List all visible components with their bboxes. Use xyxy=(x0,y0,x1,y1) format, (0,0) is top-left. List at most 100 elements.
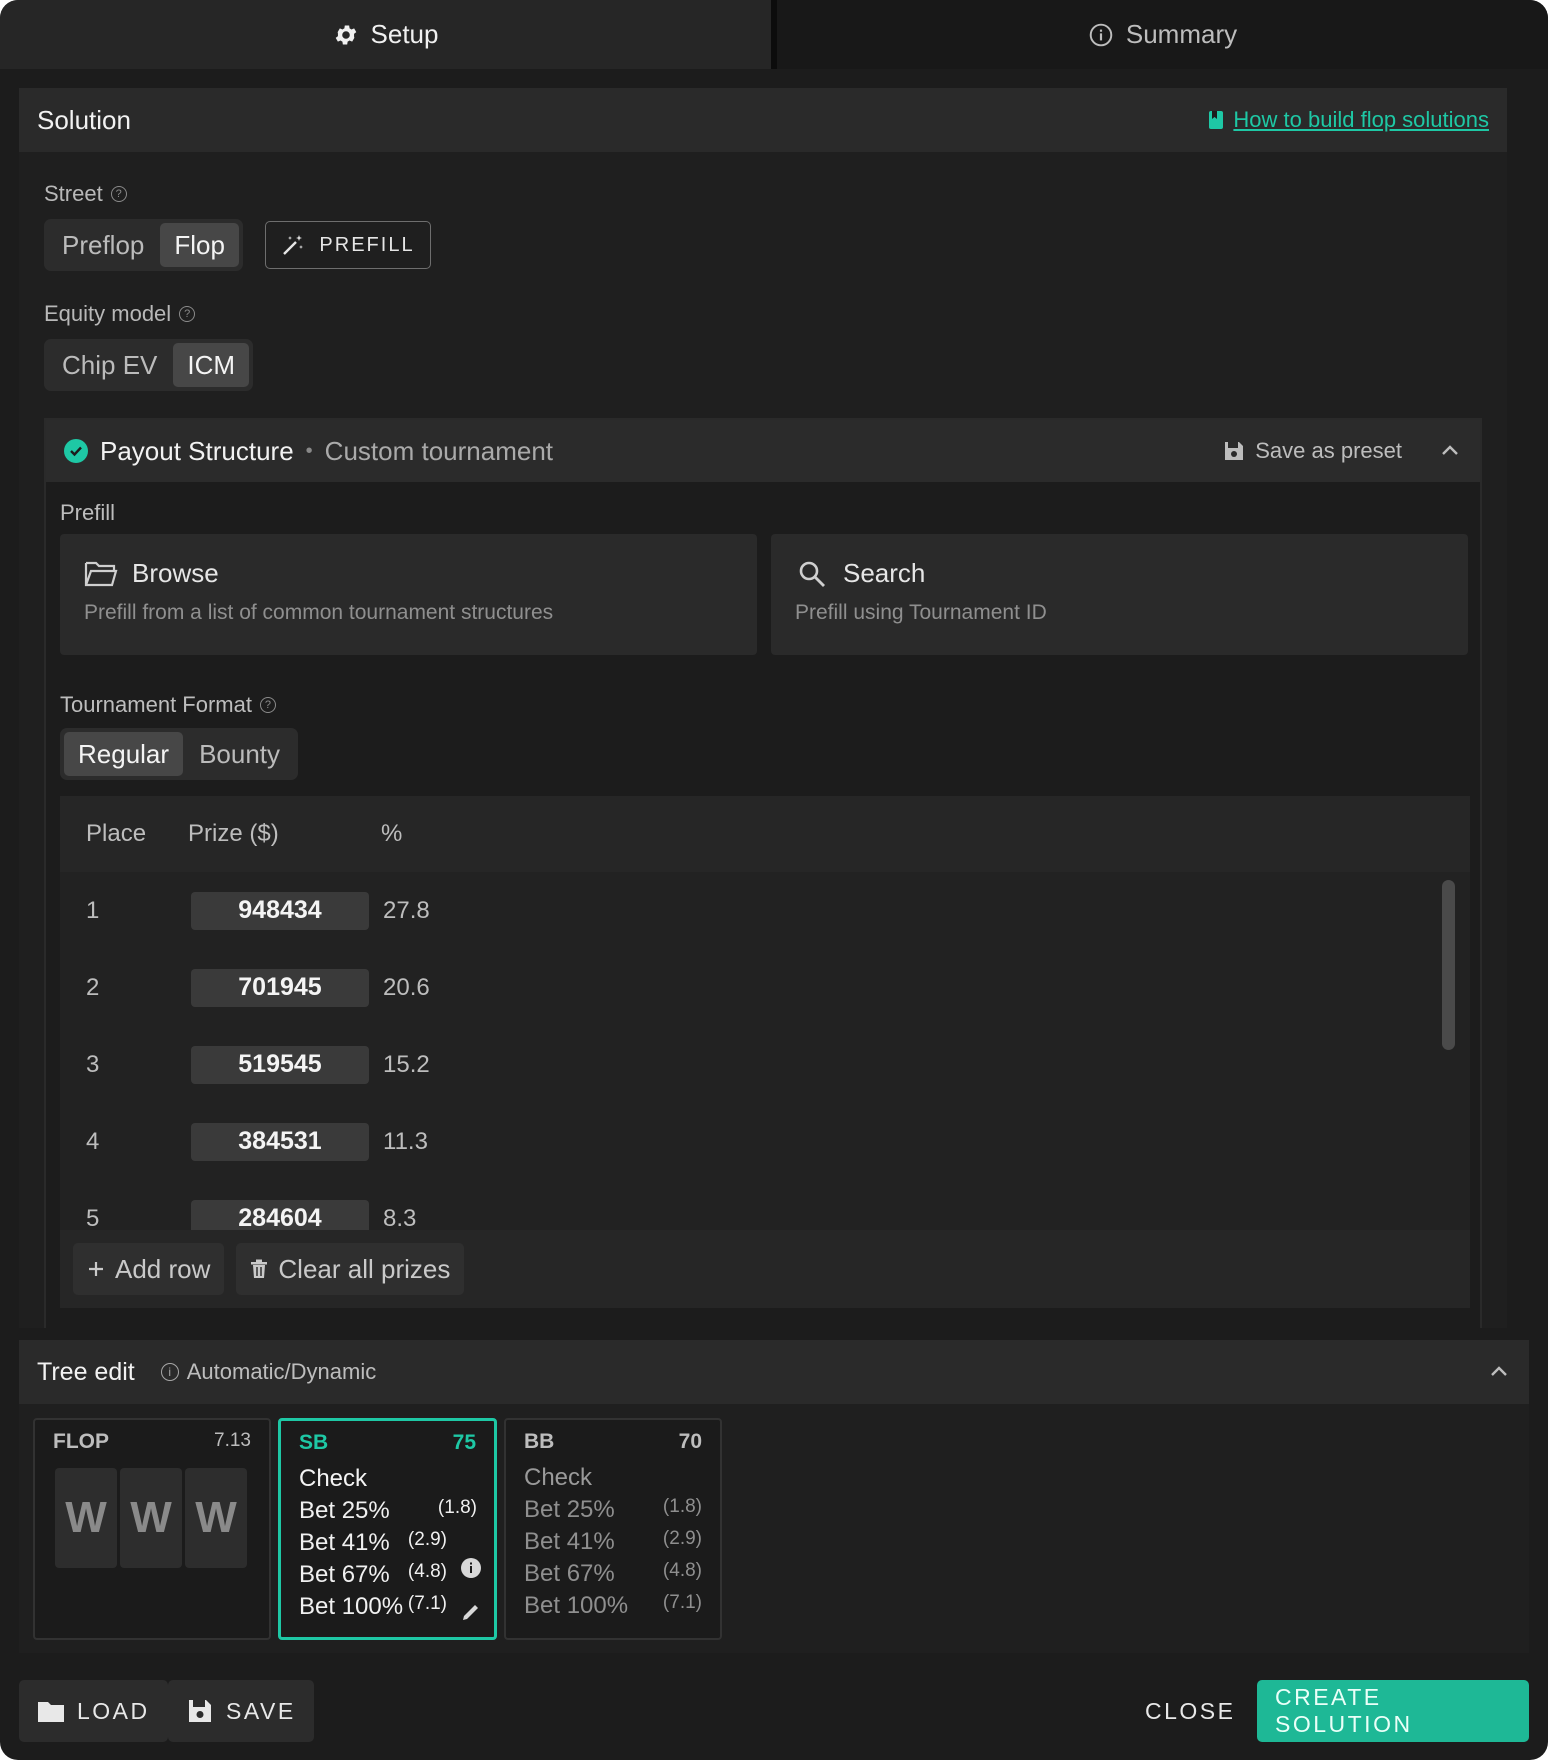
table-row: 1 948434 27.8 xyxy=(60,872,1440,949)
table-row: 4 384531 11.3 xyxy=(60,1103,1440,1180)
format-option-regular[interactable]: Regular xyxy=(64,732,184,776)
close-button[interactable]: CLOSE xyxy=(1127,1680,1253,1742)
prize-input[interactable]: 701945 xyxy=(191,968,369,1007)
prize-input[interactable]: 384531 xyxy=(191,1122,369,1161)
percent-cell: 27.8 xyxy=(383,896,430,924)
bb-action[interactable]: Bet 25% (1.8) xyxy=(524,1496,702,1524)
action-amount: (2.9) xyxy=(407,1529,447,1550)
equity-option-chip-ev[interactable]: Chip EV xyxy=(48,343,171,387)
tab-setup-label: Setup xyxy=(370,19,439,49)
trash-icon xyxy=(251,1259,268,1278)
bb-action[interactable]: Check xyxy=(524,1464,702,1492)
save-button[interactable]: SAVE xyxy=(168,1680,314,1742)
prize-input[interactable]: 948434 xyxy=(191,891,369,930)
chevron-up-icon[interactable] xyxy=(1438,439,1462,463)
prize-input[interactable]: 519545 xyxy=(191,1045,369,1084)
action-name: Bet 25% xyxy=(524,1496,615,1523)
browse-card[interactable]: Browse Prefill from a list of common tou… xyxy=(60,534,757,655)
bb-action[interactable]: Bet 67% (4.8) xyxy=(524,1560,702,1588)
action-name: Bet 25% xyxy=(299,1497,390,1524)
chevron-up-icon[interactable] xyxy=(1487,1360,1511,1384)
solution-title: Solution xyxy=(37,104,131,135)
help-icon[interactable]: ? xyxy=(110,186,127,202)
info-icon[interactable] xyxy=(460,1557,482,1579)
clear-all-prizes-label: Clear all prizes xyxy=(278,1253,451,1284)
prefill-button[interactable]: PREFILL xyxy=(265,221,431,269)
search-icon xyxy=(799,561,825,587)
floppy-disk-icon xyxy=(1225,442,1244,460)
search-card[interactable]: Search Prefill using Tournament ID xyxy=(771,534,1468,655)
folder-open-icon xyxy=(84,561,118,586)
action-name: Bet 67% xyxy=(524,1560,615,1587)
column-percent: % xyxy=(381,820,403,847)
street-label-text: Street xyxy=(44,181,103,206)
close-label: CLOSE xyxy=(1145,1697,1236,1724)
tournament-format-label-text: Tournament Format xyxy=(60,692,252,717)
load-label: LOAD xyxy=(77,1697,150,1724)
solution-panel: Solution How to build flop solutions Str… xyxy=(19,88,1507,1328)
format-option-bounty[interactable]: Bounty xyxy=(185,732,294,776)
clear-all-prizes-button[interactable]: Clear all prizes xyxy=(236,1243,465,1295)
search-title: Search xyxy=(843,558,926,588)
tab-setup[interactable]: Setup xyxy=(0,0,777,69)
sb-node[interactable]: SB 75 Check Bet 25% (1.8) Bet 41% (2.9) Bet… xyxy=(278,1418,497,1640)
action-name: Bet 41% xyxy=(299,1529,390,1556)
street-option-preflop[interactable]: Preflop xyxy=(48,223,158,267)
action-name: Bet 67% xyxy=(299,1561,390,1588)
pencil-icon[interactable] xyxy=(460,1601,482,1623)
action-amount: (4.8) xyxy=(662,1560,702,1581)
help-icon[interactable]: ? xyxy=(179,306,196,322)
flop-node-label: FLOP xyxy=(53,1430,109,1453)
sb-action[interactable]: Bet 100% (7.1) xyxy=(299,1593,447,1621)
create-solution-button[interactable]: CREATE SOLUTION xyxy=(1257,1680,1529,1742)
flop-node[interactable]: FLOP 7.13 W W W xyxy=(33,1418,271,1640)
sb-action[interactable]: Bet 25% (1.8) xyxy=(299,1497,477,1525)
sb-action[interactable]: Check xyxy=(299,1465,477,1493)
percent-cell: 8.3 xyxy=(383,1204,417,1232)
load-button[interactable]: LOAD xyxy=(19,1680,168,1742)
help-icon[interactable]: ? xyxy=(259,697,276,713)
tree-mode: i Automatic/Dynamic xyxy=(160,1359,376,1385)
sb-node-label: SB xyxy=(299,1431,329,1454)
payout-header[interactable]: Payout Structure • Custom tournament Sav… xyxy=(46,420,1480,482)
flop-node-value: 7.13 xyxy=(214,1430,251,1451)
browse-subtitle: Prefill from a list of common tournament… xyxy=(84,601,554,624)
tab-bar: Setup Summary xyxy=(0,0,1548,69)
board-card: W xyxy=(120,1468,182,1568)
street-option-flop[interactable]: Flop xyxy=(160,223,239,267)
bb-node-label: BB xyxy=(524,1430,555,1453)
check-circle-icon xyxy=(64,439,88,463)
percent-cell: 11.3 xyxy=(383,1127,428,1155)
tab-summary[interactable]: Summary xyxy=(777,0,1548,69)
bb-node[interactable]: BB 70 Check Bet 25% (1.8) Bet 41% (2.9) Bet… xyxy=(504,1418,722,1640)
prefill-button-label: PREFILL xyxy=(319,233,415,256)
bb-action[interactable]: Bet 41% (2.9) xyxy=(524,1528,702,1556)
add-row-button[interactable]: Add row xyxy=(73,1243,225,1295)
equity-model-toggle: Chip EV ICM xyxy=(44,339,254,391)
table-scrollbar[interactable] xyxy=(1442,880,1455,1050)
save-label: SAVE xyxy=(226,1697,296,1724)
sb-action[interactable]: Bet 67% (4.8) xyxy=(299,1561,447,1589)
payout-subtitle: Custom tournament xyxy=(324,435,553,466)
place-cell: 5 xyxy=(86,1204,100,1232)
info-icon xyxy=(1089,23,1113,46)
help-link-label: How to build flop solutions xyxy=(1233,107,1489,132)
equity-option-icm[interactable]: ICM xyxy=(173,343,250,387)
prize-table: Place Prize ($) % 1 948434 27.8 2 701945… xyxy=(60,796,1470,1308)
tree-edit-header[interactable]: Tree edit i Automatic/Dynamic xyxy=(19,1340,1529,1404)
action-name: Check xyxy=(524,1464,593,1491)
action-name: Check xyxy=(299,1465,368,1492)
board-card: W xyxy=(55,1468,117,1568)
add-row-label: Add row xyxy=(115,1253,211,1284)
search-subtitle: Prefill using Tournament ID xyxy=(795,601,1047,624)
footer-bar: LOAD SAVE CLOSE CREATE SOLUTION xyxy=(0,1664,1548,1760)
save-as-preset-label: Save as preset xyxy=(1255,438,1402,463)
magic-wand-icon xyxy=(283,235,304,255)
tournament-format-label: Tournament Format? xyxy=(60,692,276,718)
solution-builder-dialog: Setup Summary Solution How to build flop… xyxy=(0,0,1548,1760)
save-as-preset-button[interactable]: Save as preset xyxy=(1223,438,1402,464)
action-amount: (2.9) xyxy=(662,1528,702,1549)
bb-action[interactable]: Bet 100% (7.1) xyxy=(524,1592,702,1620)
help-link[interactable]: How to build flop solutions xyxy=(1207,107,1489,133)
sb-action[interactable]: Bet 41% (2.9) xyxy=(299,1529,447,1557)
